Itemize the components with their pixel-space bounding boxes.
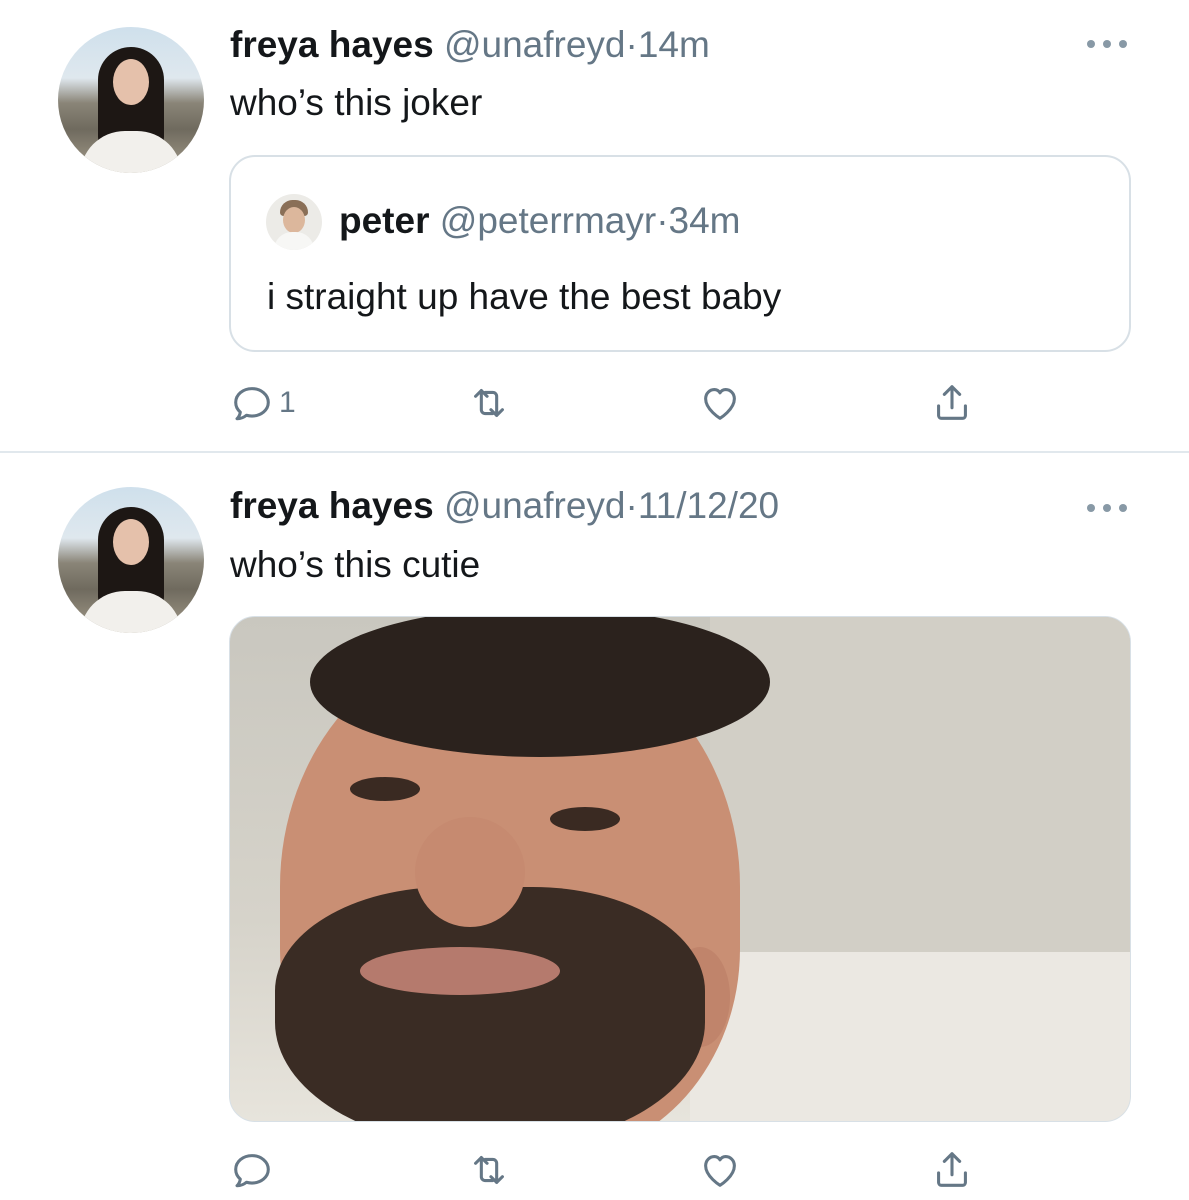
retweet-button[interactable] bbox=[466, 1145, 512, 1195]
tweet-text: who’s this joker bbox=[230, 82, 483, 123]
reply-icon bbox=[234, 387, 270, 421]
like-button[interactable] bbox=[697, 1145, 743, 1195]
avatar-face bbox=[113, 59, 149, 105]
tweet-header: freya hayes @unafreyd·14m bbox=[230, 23, 710, 67]
photo-wall bbox=[710, 617, 1130, 977]
tweet[interactable]: freya hayes @unafreyd·14m who’s this jok… bbox=[0, 0, 1189, 452]
reply-count: 1 bbox=[279, 386, 296, 419]
avatar-shirt bbox=[80, 131, 182, 173]
avatar[interactable] bbox=[58, 487, 204, 633]
tweet[interactable]: freya hayes @unafreyd·11/12/20 who’s thi… bbox=[0, 452, 1189, 1200]
heart-icon bbox=[704, 388, 736, 420]
handle[interactable]: @unafreyd bbox=[444, 24, 626, 65]
quoted-tweet[interactable]: peter @peterrmayr·34m i straight up have… bbox=[229, 155, 1131, 352]
avatar[interactable] bbox=[58, 27, 204, 173]
display-name[interactable]: freya hayes bbox=[230, 485, 434, 526]
quoted-avatar[interactable] bbox=[266, 194, 322, 250]
quoted-text: i straight up have the best baby bbox=[267, 276, 782, 317]
avatar-shirt bbox=[80, 591, 182, 633]
photo-hair bbox=[310, 617, 770, 757]
display-name[interactable]: freya hayes bbox=[230, 24, 434, 65]
avatar-face bbox=[113, 519, 149, 565]
heart-icon bbox=[704, 1155, 736, 1187]
photo-nose bbox=[415, 817, 525, 927]
action-bar bbox=[0, 1145, 1189, 1195]
photo-ledge bbox=[690, 952, 1130, 1121]
more-dot bbox=[1087, 504, 1095, 512]
more-dot bbox=[1087, 40, 1095, 48]
reply-button[interactable] bbox=[229, 1145, 279, 1195]
quoted-header: peter @peterrmayr·34m bbox=[339, 199, 741, 243]
quoted-display-name[interactable]: peter bbox=[339, 200, 429, 241]
handle[interactable]: @unafreyd bbox=[444, 485, 626, 526]
more-icon[interactable] bbox=[1087, 501, 1127, 515]
retweet-icon bbox=[474, 1156, 504, 1184]
share-icon bbox=[937, 385, 967, 420]
quoted-avatar-shirt bbox=[274, 232, 314, 250]
like-button[interactable] bbox=[697, 378, 743, 428]
tweet-photo[interactable] bbox=[229, 616, 1131, 1122]
share-button[interactable] bbox=[929, 378, 975, 428]
more-dot bbox=[1103, 504, 1111, 512]
tweet-header: freya hayes @unafreyd·11/12/20 bbox=[230, 484, 779, 528]
more-icon[interactable] bbox=[1087, 37, 1127, 51]
more-dot bbox=[1119, 504, 1127, 512]
more-dot bbox=[1119, 40, 1127, 48]
timestamp[interactable]: 11/12/20 bbox=[638, 485, 779, 526]
more-dot bbox=[1103, 40, 1111, 48]
separator: · bbox=[625, 485, 638, 526]
quoted-avatar-face bbox=[283, 207, 305, 233]
photo-eye bbox=[350, 777, 420, 801]
tweet-text: who’s this cutie bbox=[230, 544, 481, 585]
quoted-handle[interactable]: @peterrmayr bbox=[440, 200, 656, 241]
photo-lips bbox=[360, 947, 560, 995]
retweet-icon bbox=[474, 389, 504, 417]
retweet-button[interactable] bbox=[466, 378, 512, 428]
quoted-separator: · bbox=[656, 200, 669, 241]
timestamp[interactable]: 14m bbox=[638, 24, 710, 65]
reply-icon bbox=[234, 1154, 270, 1188]
share-icon bbox=[937, 1152, 967, 1187]
action-bar: 1 bbox=[0, 378, 1189, 428]
reply-button[interactable]: 1 bbox=[229, 378, 296, 428]
quoted-timestamp[interactable]: 34m bbox=[669, 200, 741, 241]
share-button[interactable] bbox=[929, 1145, 975, 1195]
separator: · bbox=[625, 24, 638, 65]
photo-eye bbox=[550, 807, 620, 831]
